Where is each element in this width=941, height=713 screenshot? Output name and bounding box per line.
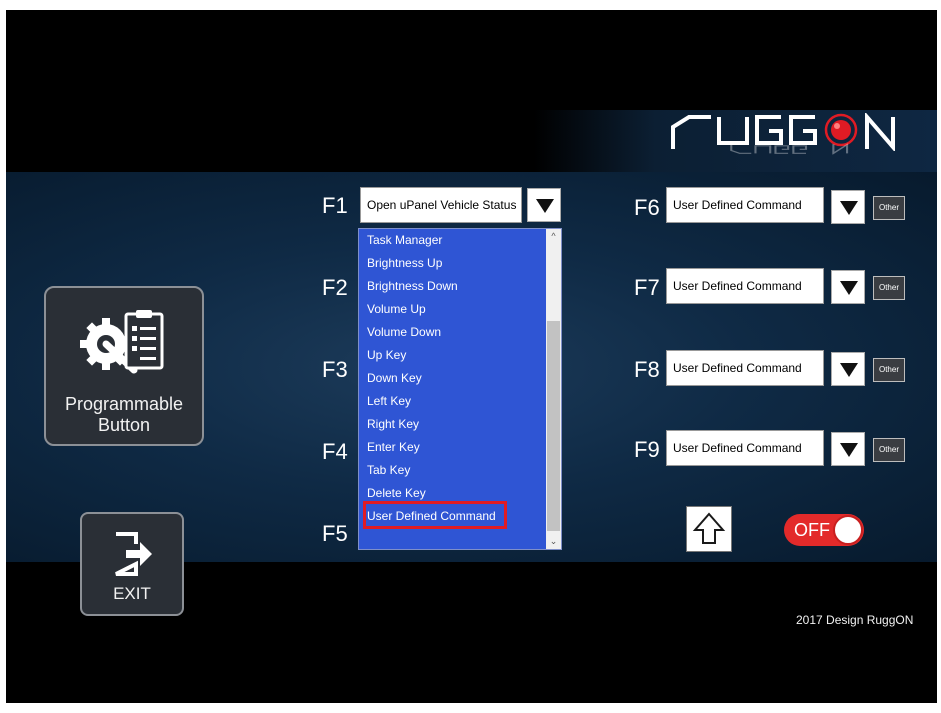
dropdown-option[interactable]: Up Key	[367, 348, 406, 363]
dropdown-option[interactable]: Tab Key	[367, 463, 410, 478]
f6-select[interactable]: User Defined Command	[666, 187, 824, 223]
f1-label: F1	[322, 193, 348, 218]
chevron-down-icon	[536, 199, 554, 213]
chevron-down-icon	[840, 443, 858, 457]
ruggon-logo-reflection	[730, 143, 849, 155]
settings-checklist-icon	[80, 310, 164, 374]
f5-label: F5	[322, 521, 348, 546]
dropdown-option[interactable]: Delete Key	[367, 486, 426, 501]
f9-dropdown-button[interactable]	[831, 432, 865, 466]
dropdown-option[interactable]: Brightness Up	[367, 256, 442, 271]
footer-credit: 2017 Design RuggON	[796, 613, 914, 627]
f7-dropdown-button[interactable]	[831, 270, 865, 304]
programmable-label-line2: Button	[97, 415, 151, 435]
exit-button[interactable]: EXIT	[80, 512, 184, 616]
app-window: Programmable Button EXIT F1 F2 F3 F4 F5 …	[6, 10, 937, 703]
dropdown-option[interactable]: Enter Key	[367, 440, 420, 455]
programmable-button-label: Programmable Button	[46, 394, 202, 436]
chevron-down-icon	[840, 201, 858, 215]
scroll-up-icon[interactable]: ^	[549, 232, 558, 241]
f2-label: F2	[322, 275, 348, 300]
dropdown-option[interactable]: Down Key	[367, 371, 422, 386]
dropdown-option[interactable]: Volume Down	[367, 325, 441, 340]
f6-dropdown-button[interactable]	[831, 190, 865, 224]
f6-label: F6	[634, 195, 660, 220]
exit-icon	[115, 532, 152, 576]
scroll-down-icon[interactable]: ⌄	[549, 537, 558, 546]
f7-label: F7	[634, 275, 660, 300]
programmable-button[interactable]: Programmable Button	[44, 286, 204, 446]
f4-label: F4	[322, 439, 348, 464]
f7-select[interactable]: User Defined Command	[666, 268, 824, 304]
chevron-down-icon	[840, 363, 858, 377]
f8-select[interactable]: User Defined Command	[666, 350, 824, 386]
f6-other-button[interactable]: Other	[873, 196, 905, 220]
dropdown-option[interactable]: Left Key	[367, 394, 411, 409]
f7-other-button[interactable]: Other	[873, 276, 905, 300]
toggle-knob	[833, 515, 863, 545]
programmable-label-line1: Programmable	[64, 394, 184, 414]
toggle-label: OFF	[794, 520, 830, 540]
f9-select[interactable]: User Defined Command	[666, 430, 824, 466]
f1-select[interactable]: Open uPanel Vehicle Status	[360, 187, 522, 223]
f8-dropdown-button[interactable]	[831, 352, 865, 386]
dropdown-option[interactable]: Volume Up	[367, 302, 426, 317]
scrollbar-thumb[interactable]	[547, 321, 560, 531]
chevron-down-icon	[840, 281, 858, 295]
f9-label: F9	[634, 437, 660, 462]
on-off-toggle[interactable]: OFF	[784, 514, 864, 546]
shift-arrow-icon	[692, 512, 726, 544]
f1-dropdown-button[interactable]	[527, 188, 561, 222]
dropdown-option[interactable]: Brightness Down	[367, 279, 458, 294]
f1-dropdown-list[interactable]: Task Manager Brightness Up Brightness Do…	[358, 228, 562, 550]
dropdown-scrollbar[interactable]: ^ ⌄	[546, 229, 561, 549]
exit-label: EXIT	[113, 584, 151, 603]
f9-other-button[interactable]: Other	[873, 438, 905, 462]
dropdown-option[interactable]: Task Manager	[367, 233, 442, 248]
dropdown-option[interactable]: Right Key	[367, 417, 419, 432]
f8-other-button[interactable]: Other	[873, 358, 905, 382]
f3-label: F3	[322, 357, 348, 382]
f8-label: F8	[634, 357, 660, 382]
shift-button[interactable]	[686, 506, 732, 552]
selection-highlight-box	[363, 501, 507, 529]
